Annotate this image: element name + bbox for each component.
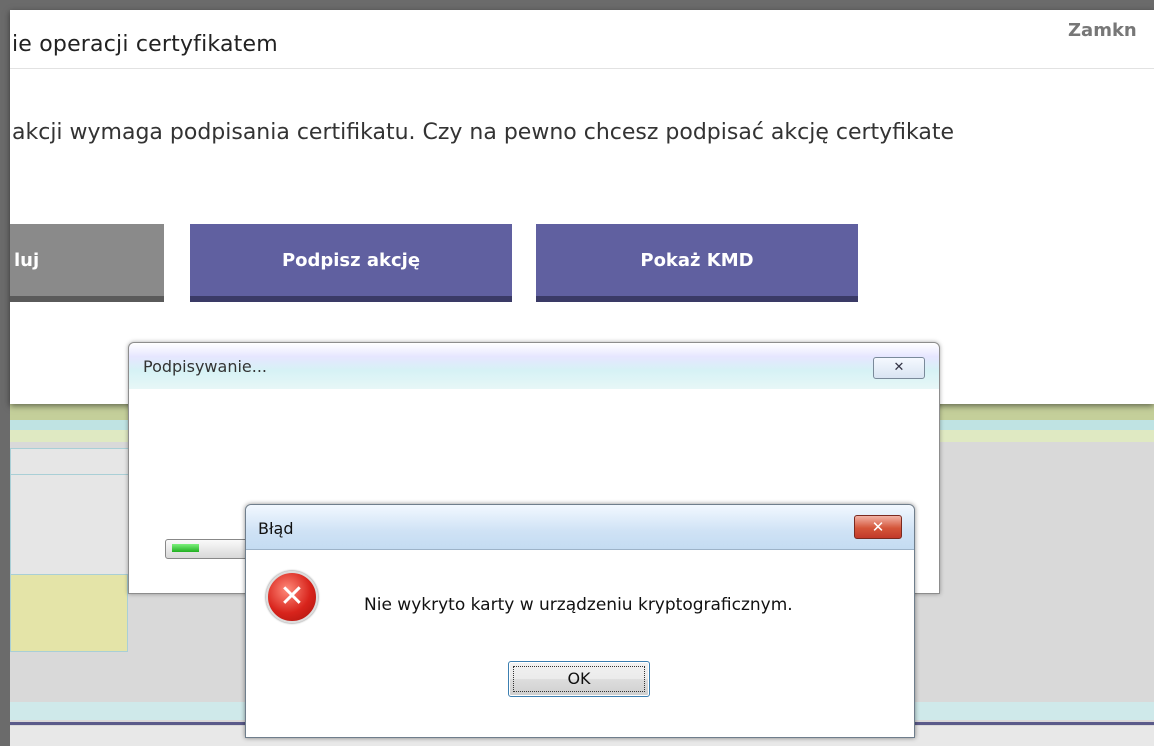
sign-action-button-label: Podpisz akcję bbox=[281, 249, 421, 271]
signing-dialog-title: Podpisywanie... bbox=[143, 357, 268, 376]
close-icon[interactable]: ✕ bbox=[873, 357, 925, 379]
ok-button[interactable]: OK bbox=[508, 661, 650, 697]
error-icon: ✕ bbox=[266, 571, 318, 623]
modal-title: ie operacji certyfikatem bbox=[12, 32, 278, 57]
window-border bbox=[0, 0, 10, 746]
progress-fill bbox=[172, 544, 199, 552]
error-message: Nie wykryto karty w urządzeniu kryptogra… bbox=[364, 595, 793, 615]
cancel-button[interactable]: luj bbox=[10, 224, 164, 302]
focus-rectangle bbox=[513, 666, 645, 692]
sign-action-button[interactable]: Podpisz akcję bbox=[190, 224, 512, 302]
error-dialog: Błąd ✕ ✕ Nie wykryto karty w urządzeniu … bbox=[245, 504, 915, 738]
signing-progress-bar bbox=[165, 539, 257, 559]
modal-close-link[interactable]: Zamkn bbox=[1068, 20, 1137, 41]
show-kmd-button-label: Pokaż KMD bbox=[640, 249, 754, 271]
show-kmd-button[interactable]: Pokaż KMD bbox=[536, 224, 858, 302]
modal-message: akcji wymaga podpisania certifikatu. Czy… bbox=[12, 120, 955, 145]
signing-dialog-titlebar[interactable]: Podpisywanie... ✕ bbox=[129, 343, 939, 389]
top-border bbox=[0, 0, 1154, 10]
background-panel bbox=[10, 474, 130, 576]
background-panel bbox=[10, 448, 130, 476]
error-dialog-title: Błąd bbox=[258, 519, 294, 538]
cancel-button-label: luj bbox=[14, 249, 40, 271]
background-highlight-panel bbox=[10, 574, 128, 652]
modal-divider bbox=[10, 68, 1154, 69]
close-icon[interactable]: ✕ bbox=[854, 515, 902, 539]
error-dialog-titlebar[interactable]: Błąd ✕ bbox=[246, 505, 914, 550]
